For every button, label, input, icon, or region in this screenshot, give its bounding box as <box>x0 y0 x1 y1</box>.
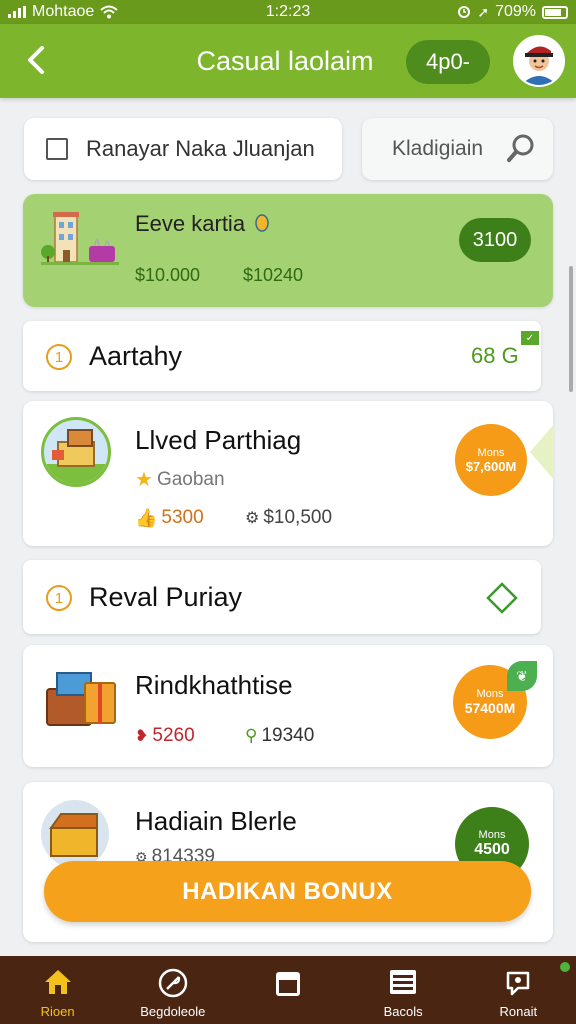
box-icon <box>275 972 300 996</box>
section-right-value: 68 G <box>471 343 519 368</box>
coins-balance-button[interactable]: 4p0- <box>406 40 490 84</box>
tab-label: Begdoleole <box>140 1004 206 1019</box>
bonus-button[interactable]: HADIKAN BONUX <box>44 861 531 922</box>
tab-2[interactable]: Begdoleole <box>115 956 230 1024</box>
chest-icon <box>49 813 98 857</box>
profile-icon <box>507 971 530 996</box>
search-placeholder: Ranayar Naka Jluanjan <box>86 136 315 161</box>
item-thumbnail <box>41 800 109 868</box>
home-icon <box>44 970 71 994</box>
section-title: Aartahy <box>89 341 183 371</box>
list-item[interactable]: Llved Parthiag ★ Gaoban 👍 5300 ⚙ $10,500… <box>23 401 553 546</box>
tab-5[interactable]: Ronait <box>461 956 576 1024</box>
select-checkbox[interactable] <box>46 138 68 160</box>
check-icon: ✓ <box>521 331 539 345</box>
item-stat-1: 👍 5300 <box>135 507 204 529</box>
badge-label: Mons <box>478 829 506 841</box>
scrollbar[interactable] <box>569 266 573 392</box>
secondary-search-button[interactable]: Kladigiain <box>362 118 553 180</box>
badge-value: 4500 <box>474 841 510 858</box>
tab-home[interactable]: Rioen <box>0 956 115 1024</box>
badge-value: $7,600M <box>465 458 517 474</box>
leaf-icon: ❦ <box>507 661 537 691</box>
item-stat-1: ❥ 5260 <box>135 725 195 747</box>
section-header-2[interactable]: 1 Reval Puriay <box>23 560 541 634</box>
list-item[interactable]: Rindkhathtise ❥ 5260 ⚲ 19340 Mons 57400M… <box>23 645 553 767</box>
item-stat-2: ⚙ $10,500 <box>245 507 332 529</box>
item-title: Rindkhathtise <box>135 670 293 700</box>
secondary-search-label: Kladigiain <box>392 137 484 160</box>
app-header: Casual laolaim 4p0- <box>0 24 576 98</box>
fire-icon: ❥ <box>135 728 149 745</box>
tab-3[interactable] <box>230 956 345 1024</box>
section-index-icon: 1 <box>46 585 72 611</box>
star-icon: ★ <box>135 469 153 491</box>
banner-value-1: $10.000 <box>135 265 201 285</box>
tab-4[interactable]: Bacols <box>346 956 461 1024</box>
item-subtitle: ★ Gaoban <box>135 467 225 492</box>
banner-value-2: $10240 <box>243 265 304 285</box>
tab-label: Rioen <box>40 1004 75 1019</box>
coin-icon: ⚙ <box>245 510 260 527</box>
item-stat-2: ⚲ 19340 <box>245 725 314 747</box>
building-icon <box>41 212 119 265</box>
banner-title: Eeve kartia <box>135 211 246 236</box>
stat-value: 5300 <box>161 507 204 528</box>
avatar-face-icon <box>515 37 563 85</box>
battery-icon <box>542 5 568 19</box>
item-thumbnail <box>41 417 111 487</box>
stat-value: 19340 <box>261 725 315 746</box>
diamond-icon[interactable] <box>486 582 518 614</box>
scroll-hint-arrow <box>530 424 554 480</box>
tab-label: Bacols <box>383 1004 423 1019</box>
stat-value: $10,500 <box>263 507 333 528</box>
stat-value: 5260 <box>152 725 195 746</box>
badge-value: 57400M <box>464 700 516 716</box>
badge-label: Mons <box>476 688 504 700</box>
price-badge[interactable]: Mons $7,600M <box>455 424 527 496</box>
list-icon <box>390 970 417 994</box>
section-title: Reval Puriay <box>89 582 243 612</box>
crate-icon <box>44 429 108 484</box>
section-header-1[interactable]: 1 Aartahy 68 G ✓ <box>23 321 541 391</box>
featured-banner[interactable]: Eeve kartia $10.000 $10240 3100 <box>23 194 553 307</box>
coin-icon <box>255 214 269 232</box>
suitcase-icon <box>46 672 116 726</box>
search-input[interactable]: Ranayar Naka Jluanjan <box>24 118 342 180</box>
subtitle-text: Gaoban <box>156 468 225 490</box>
notification-dot <box>559 962 570 972</box>
section-index-icon: 1 <box>46 344 72 370</box>
chevron-left-icon <box>28 46 44 74</box>
badge-label: Mons <box>477 446 505 459</box>
status-bar: Mohtaoe 1:2:23 ➚ 709% <box>0 0 576 24</box>
tab-label: Ronait <box>499 1004 538 1019</box>
leaf-icon <box>158 968 188 998</box>
item-title: Hadiain Blerle <box>135 806 297 836</box>
page-title: Casual laolaim <box>196 46 374 76</box>
avatar[interactable] <box>513 35 565 87</box>
thumbs-up-icon: 👍 <box>135 507 158 528</box>
item-title: Llved Parthiag <box>135 425 302 455</box>
user-icon: ⚲ <box>245 726 258 745</box>
search-icon <box>507 134 534 162</box>
status-time: 1:2:23 <box>265 3 311 20</box>
bottom-tab-bar: Rioen Begdoleole Bacols Ronait <box>0 956 576 1024</box>
back-button[interactable] <box>18 42 54 78</box>
banner-action-button[interactable]: 3100 <box>459 218 531 262</box>
